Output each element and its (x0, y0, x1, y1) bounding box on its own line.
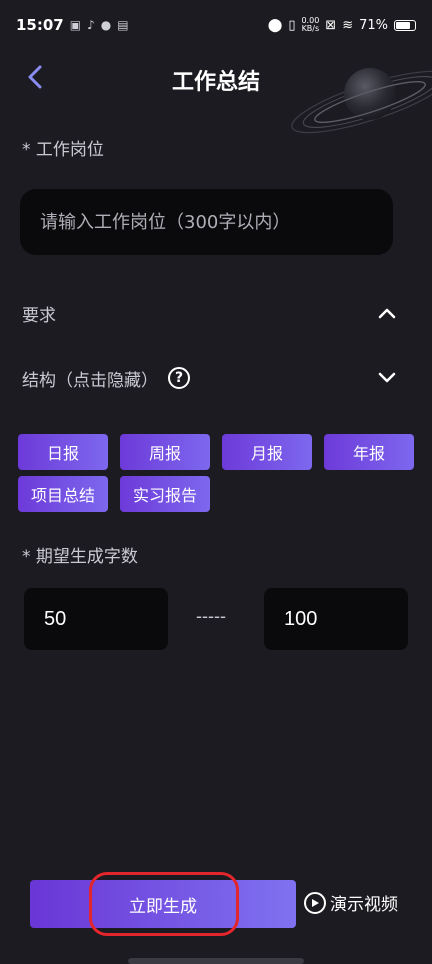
app-notification-icon: ▣ (69, 18, 82, 32)
position-label: * 工作岗位 (22, 140, 104, 160)
battery-percent: 71% (359, 17, 388, 33)
min-words-field[interactable]: 50 (24, 588, 168, 650)
structure-label: 结构（点击隐藏） (22, 370, 158, 391)
status-left: 15:07 ▣ ♪ ● ▤ (16, 16, 129, 34)
page-title: 工作总结 (171, 70, 260, 95)
demo-video-label: 演示视频 (330, 895, 398, 915)
play-circle-icon (304, 891, 326, 914)
requirements-toggle[interactable]: 要求 (22, 293, 412, 333)
structure-toggle[interactable]: 结构（点击隐藏） ? (22, 358, 412, 398)
home-indicator[interactable] (128, 958, 304, 964)
net-speed-unit: KB/s (301, 24, 320, 33)
status-right: ⬤ ▯ 0.00 KB/s ⊠ ≋ 71% (268, 17, 416, 33)
battery-icon (394, 19, 416, 31)
demo-video-button[interactable]: 演示视频 (304, 890, 398, 915)
position-input[interactable] (20, 189, 393, 255)
page: 15:07 ▣ ♪ ● ▤ ⬤ ▯ 0.00 KB/s ⊠ ≋ 71% 工作总结 (0, 0, 432, 964)
chip-daily-report[interactable]: 日报 (18, 434, 108, 470)
chip-monthly-report[interactable]: 月报 (222, 434, 312, 470)
wechat-icon: ● (100, 18, 112, 32)
location-icon: ⬤ (267, 17, 283, 33)
range-separator: ----- (196, 606, 226, 626)
chip-internship-report[interactable]: 实习报告 (120, 476, 210, 512)
requirements-label: 要求 (22, 305, 56, 326)
chevron-down-icon (378, 372, 396, 383)
wifi-icon: ≋ (342, 17, 354, 33)
chip-annual-report[interactable]: 年报 (324, 434, 414, 470)
status-bar: 15:07 ▣ ♪ ● ▤ ⬤ ▯ 0.00 KB/s ⊠ ≋ 71% (0, 0, 432, 50)
play-triangle-icon (312, 898, 319, 907)
net-speed: 0.00 KB/s (301, 17, 319, 33)
chip-project-summary[interactable]: 项目总结 (18, 476, 108, 512)
tiktok-icon: ♪ (87, 18, 95, 32)
generate-button[interactable]: 立即生成 (30, 880, 296, 928)
status-time: 15:07 (16, 16, 64, 34)
no-sim-icon: ⊠ (325, 17, 337, 33)
question-circle-icon[interactable]: ? (168, 367, 190, 389)
structure-label-group: 结构（点击隐藏） ? (22, 366, 190, 391)
word-count-label: * 期望生成字数 (22, 547, 138, 567)
vibrate-icon: ▯ (288, 17, 296, 33)
chevron-up-icon (378, 308, 396, 319)
header: 工作总结 (0, 50, 432, 106)
chip-weekly-report[interactable]: 周报 (120, 434, 210, 470)
store-icon: ▤ (117, 18, 129, 32)
max-words-field[interactable]: 100 (264, 588, 408, 650)
